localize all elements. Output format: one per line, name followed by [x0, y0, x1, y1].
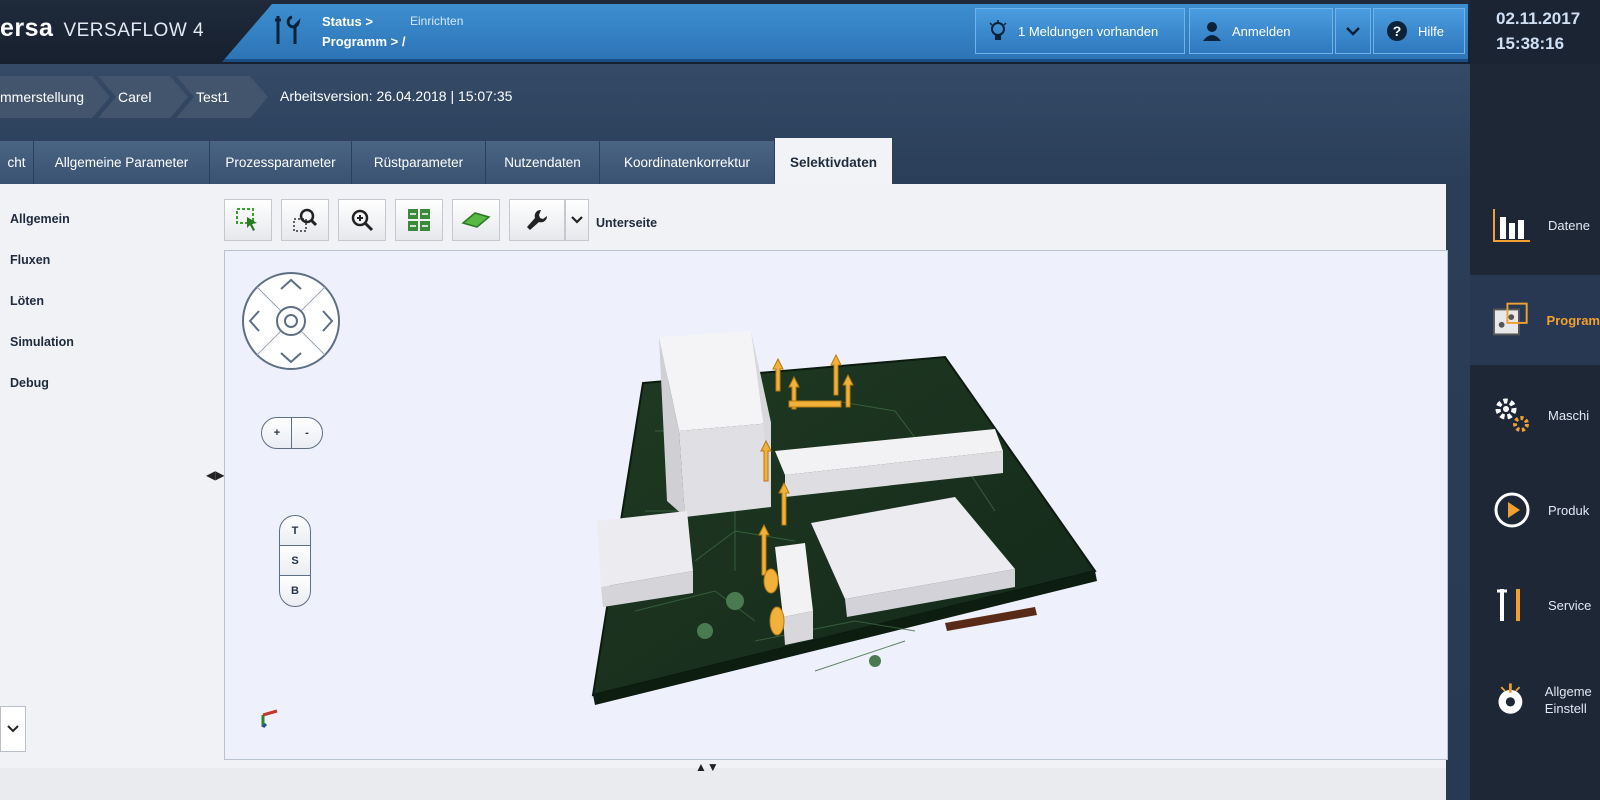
help-label: Hilfe — [1418, 23, 1445, 39]
board-side-label: Unterseite — [596, 216, 658, 230]
select-cursor-icon — [236, 208, 257, 231]
tools-icon[interactable] — [272, 14, 302, 46]
view-bottom-button[interactable]: B — [279, 575, 311, 607]
breadcrumb-item[interactable]: mmerstellung — [0, 76, 110, 118]
sidebar-item-label: Allgeme Einstell — [1544, 684, 1592, 716]
status-label: Status > — [322, 14, 373, 29]
sidebar-item-data[interactable]: Datene — [1470, 180, 1600, 270]
sidebar-item-service[interactable]: Service — [1470, 560, 1600, 650]
zoom-out-button[interactable]: - — [291, 417, 323, 449]
user-icon — [1203, 22, 1221, 41]
sidebar-item-label: Program — [1546, 312, 1600, 328]
bulb-icon — [989, 20, 1007, 40]
sidebar-item-machine[interactable]: Maschi — [1470, 370, 1600, 460]
bottom-strip — [0, 768, 1446, 800]
view-side-button[interactable]: S — [279, 545, 311, 577]
magnifier-icon — [351, 209, 374, 232]
grid-icon — [408, 209, 430, 231]
tab-panel-data[interactable]: Nutzendaten — [486, 141, 600, 184]
messages-button[interactable]: 1 Meldungen vorhanden — [975, 8, 1185, 54]
tree-item-debug[interactable]: Debug — [10, 376, 49, 390]
tree-item-fluxing[interactable]: Fluxen — [10, 253, 50, 267]
tree-item-general[interactable]: Allgemein — [10, 212, 70, 226]
chevron-down-icon — [1346, 27, 1360, 36]
sidebar-item-program[interactable]: Program — [1470, 275, 1600, 365]
clock: 02.11.2017 15:38:16 — [1496, 6, 1580, 56]
tree-item-simulation[interactable]: Simulation — [10, 335, 74, 349]
chevron-down-icon — [7, 725, 19, 733]
tab-selective-data[interactable]: Selektivdaten — [775, 138, 893, 186]
brand-logo: ersa VERSAFLOW 4 — [0, 14, 205, 42]
tab-setup-parameters[interactable]: Rüstparameter — [352, 141, 486, 184]
tab-process-parameters[interactable]: Prozessparameter — [210, 141, 352, 184]
power-icon — [1498, 683, 1523, 714]
login-label: Anmelden — [1232, 23, 1291, 39]
sidebar-item-general-settings[interactable]: Allgeme Einstell — [1470, 655, 1600, 745]
help-button[interactable]: ? Hilfe — [1373, 8, 1465, 54]
login-dropdown-button[interactable] — [1335, 8, 1371, 54]
messages-label: 1 Meldungen vorhanden — [1018, 23, 1159, 39]
zoom-area-icon — [293, 208, 318, 232]
vertical-splitter-handle[interactable]: ◀▶ — [206, 468, 224, 482]
select-tool-button[interactable] — [224, 199, 272, 241]
chevron-down-icon — [571, 216, 583, 224]
board-view-button[interactable] — [452, 199, 500, 241]
status-value: Einrichten — [410, 14, 464, 28]
sidebar-item-production[interactable]: Produk — [1470, 465, 1600, 555]
tab-general-parameters[interactable]: Allgemeine Parameter — [34, 141, 210, 184]
pcb-board-icon — [461, 212, 491, 228]
gears-icon — [1495, 398, 1529, 432]
clock-date: 02.11.2017 — [1496, 9, 1581, 28]
tab-coordinate-correction[interactable]: Koordinatenkorrektur — [600, 141, 775, 184]
tab-overview[interactable]: cht — [0, 141, 34, 184]
pcb-3d-model[interactable] — [575, 311, 1135, 731]
zoom-in-button[interactable]: + — [261, 417, 293, 449]
wrench-icon — [527, 209, 548, 230]
axes-gizmo-icon — [261, 709, 278, 729]
grid-view-button[interactable] — [395, 199, 443, 241]
service-tools-icon — [1497, 589, 1520, 621]
zoom-button[interactable] — [338, 199, 386, 241]
view-top-button[interactable]: T — [279, 515, 311, 547]
tool-dropdown-button[interactable] — [565, 199, 589, 241]
clock-time: 15:38:16 — [1496, 34, 1565, 53]
tree-dropdown[interactable] — [0, 706, 26, 752]
navigation-wheel[interactable] — [241, 271, 341, 371]
sidebar-item-label: Maschi — [1548, 407, 1590, 423]
sidebar-item-label: Produk — [1548, 502, 1590, 518]
settings-tool-button[interactable] — [509, 199, 565, 241]
login-button[interactable]: Anmelden — [1189, 8, 1333, 54]
horizontal-splitter-handle[interactable]: ▲▼ — [695, 760, 719, 774]
work-version: Arbeitsversion: 26.04.2018 | 15:07:35 — [280, 88, 513, 104]
chart-icon — [1493, 209, 1530, 242]
svg-text:?: ? — [1393, 23, 1402, 39]
program-label: Programm > / — [322, 34, 406, 49]
sidebar-item-label: Service — [1548, 597, 1592, 613]
program-icon — [1492, 302, 1528, 336]
sidebar-item-label: Datene — [1548, 217, 1590, 233]
zoom-area-button[interactable] — [281, 199, 329, 241]
play-icon — [1494, 492, 1530, 528]
tree-item-soldering[interactable]: Löten — [10, 294, 44, 308]
help-icon: ? — [1387, 21, 1407, 41]
3d-viewport[interactable]: + - T S B — [224, 250, 1448, 760]
